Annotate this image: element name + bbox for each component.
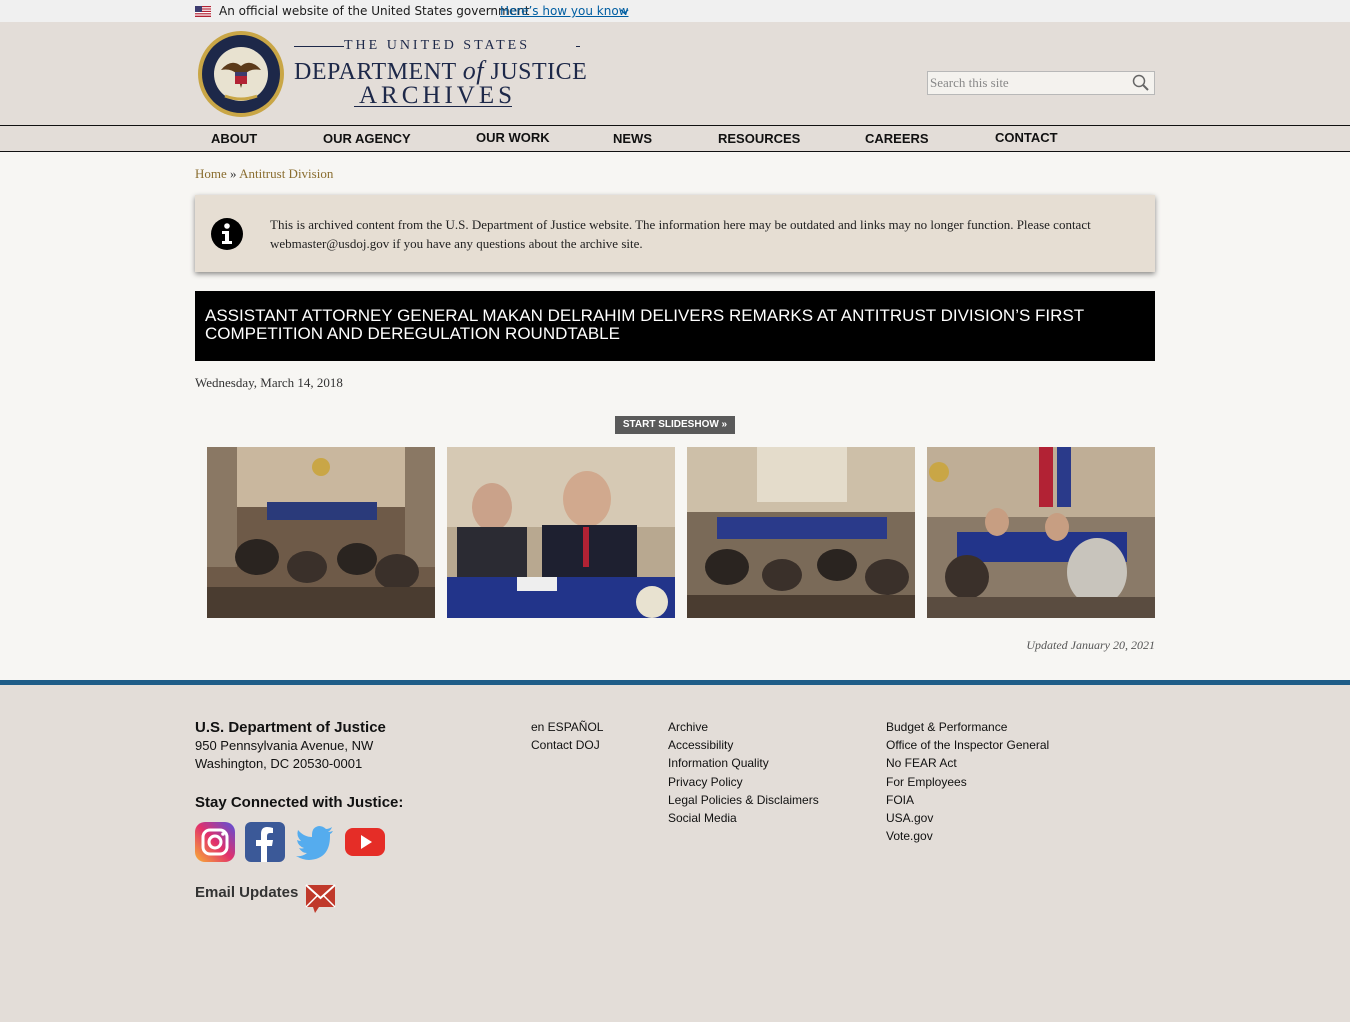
footer-link-usa-gov[interactable]: USA.gov <box>886 811 933 825</box>
breadcrumb-antitrust[interactable]: Antitrust Division <box>239 166 333 181</box>
nav-about[interactable]: ABOUT <box>211 131 257 146</box>
youtube-icon[interactable] <box>345 822 385 862</box>
footer-link-contact-doj[interactable]: Contact DOJ <box>531 738 600 752</box>
footer-link-espanol[interactable]: en ESPAÑOL <box>531 720 603 734</box>
envelope-icon[interactable] <box>305 883 336 913</box>
footer-link-social-media[interactable]: Social Media <box>668 811 737 825</box>
site-title[interactable]: THE UNITED STATES DEPARTMENT of JUSTICE … <box>294 38 587 109</box>
footer-address-line1: 950 Pennsylvania Avenue, NW <box>195 738 374 753</box>
how-you-know-link[interactable]: Here’s how you know <box>500 4 629 18</box>
main-content: Home » Antitrust Division This is archiv… <box>0 152 1350 680</box>
email-updates-link[interactable]: Email Updates <box>195 884 298 901</box>
footer-link-no-fear-act[interactable]: No FEAR Act <box>886 756 957 770</box>
footer-address-line2: Washington, DC 20530-0001 <box>195 756 363 771</box>
breadcrumb-separator: » <box>230 166 237 181</box>
article-date: Wednesday, March 14, 2018 <box>195 375 343 390</box>
facebook-icon[interactable] <box>245 822 285 862</box>
footer-link-vote-gov[interactable]: Vote.gov <box>886 829 933 843</box>
doj-seal-logo[interactable] <box>195 30 287 118</box>
nav-contact[interactable]: CONTACT <box>995 130 1058 145</box>
footer-link-archive[interactable]: Archive <box>668 720 708 734</box>
search-input[interactable] <box>930 74 1128 92</box>
info-icon <box>211 218 243 250</box>
nav-our-work[interactable]: OUR WORK <box>476 130 550 145</box>
stay-connected-heading: Stay Connected with Justice: <box>195 794 404 811</box>
updated-date: Updated January 20, 2021 <box>1026 638 1155 652</box>
gallery-photo-1[interactable] <box>207 447 435 618</box>
footer-link-foia[interactable]: FOIA <box>886 793 914 807</box>
nav-news[interactable]: NEWS <box>613 131 652 146</box>
article-title: ASSISTANT ATTORNEY GENERAL MAKAN DELRAHI… <box>195 291 1155 361</box>
gov-banner: An official website of the United States… <box>0 0 1350 22</box>
nav-careers[interactable]: CAREERS <box>865 131 929 146</box>
gallery-photo-4[interactable] <box>927 447 1155 618</box>
search-box <box>927 71 1155 95</box>
breadcrumb: Home » Antitrust Division <box>195 166 333 182</box>
footer-link-inspector-general[interactable]: Office of the Inspector General <box>886 738 1049 752</box>
search-icon[interactable] <box>1130 73 1152 93</box>
instagram-icon[interactable] <box>195 822 235 862</box>
archive-notice: This is archived content from the U.S. D… <box>195 195 1155 272</box>
footer-link-information-quality[interactable]: Information Quality <box>668 756 769 770</box>
nav-our-agency[interactable]: OUR AGENCY <box>323 131 411 146</box>
footer-link-privacy-policy[interactable]: Privacy Policy <box>668 775 743 789</box>
site-header: THE UNITED STATES DEPARTMENT of JUSTICE … <box>0 22 1350 126</box>
breadcrumb-home[interactable]: Home <box>195 166 227 181</box>
main-nav: ABOUT OUR AGENCY OUR WORK NEWS RESOURCES… <box>0 125 1350 152</box>
gallery-photo-3[interactable] <box>687 447 915 618</box>
footer-link-budget[interactable]: Budget & Performance <box>886 720 1007 734</box>
nav-resources[interactable]: RESOURCES <box>718 131 800 146</box>
footer-link-for-employees[interactable]: For Employees <box>886 775 967 789</box>
chevron-down-icon[interactable] <box>620 7 629 16</box>
twitter-icon[interactable] <box>295 822 335 862</box>
footer-link-legal-policies[interactable]: Legal Policies & Disclaimers <box>668 793 819 807</box>
start-slideshow-button[interactable]: START SLIDESHOW » <box>615 416 735 434</box>
site-footer: U.S. Department of Justice 950 Pennsylva… <box>0 685 1350 1022</box>
title-united-states: THE UNITED STATES <box>344 38 530 53</box>
footer-org-name: U.S. Department of Justice <box>195 719 386 736</box>
gallery-photo-2[interactable] <box>447 447 675 618</box>
archive-notice-text: This is archived content from the U.S. D… <box>270 217 1091 251</box>
us-flag-icon <box>195 6 211 17</box>
official-site-text: An official website of the United States… <box>219 4 530 18</box>
footer-link-accessibility[interactable]: Accessibility <box>668 738 733 752</box>
